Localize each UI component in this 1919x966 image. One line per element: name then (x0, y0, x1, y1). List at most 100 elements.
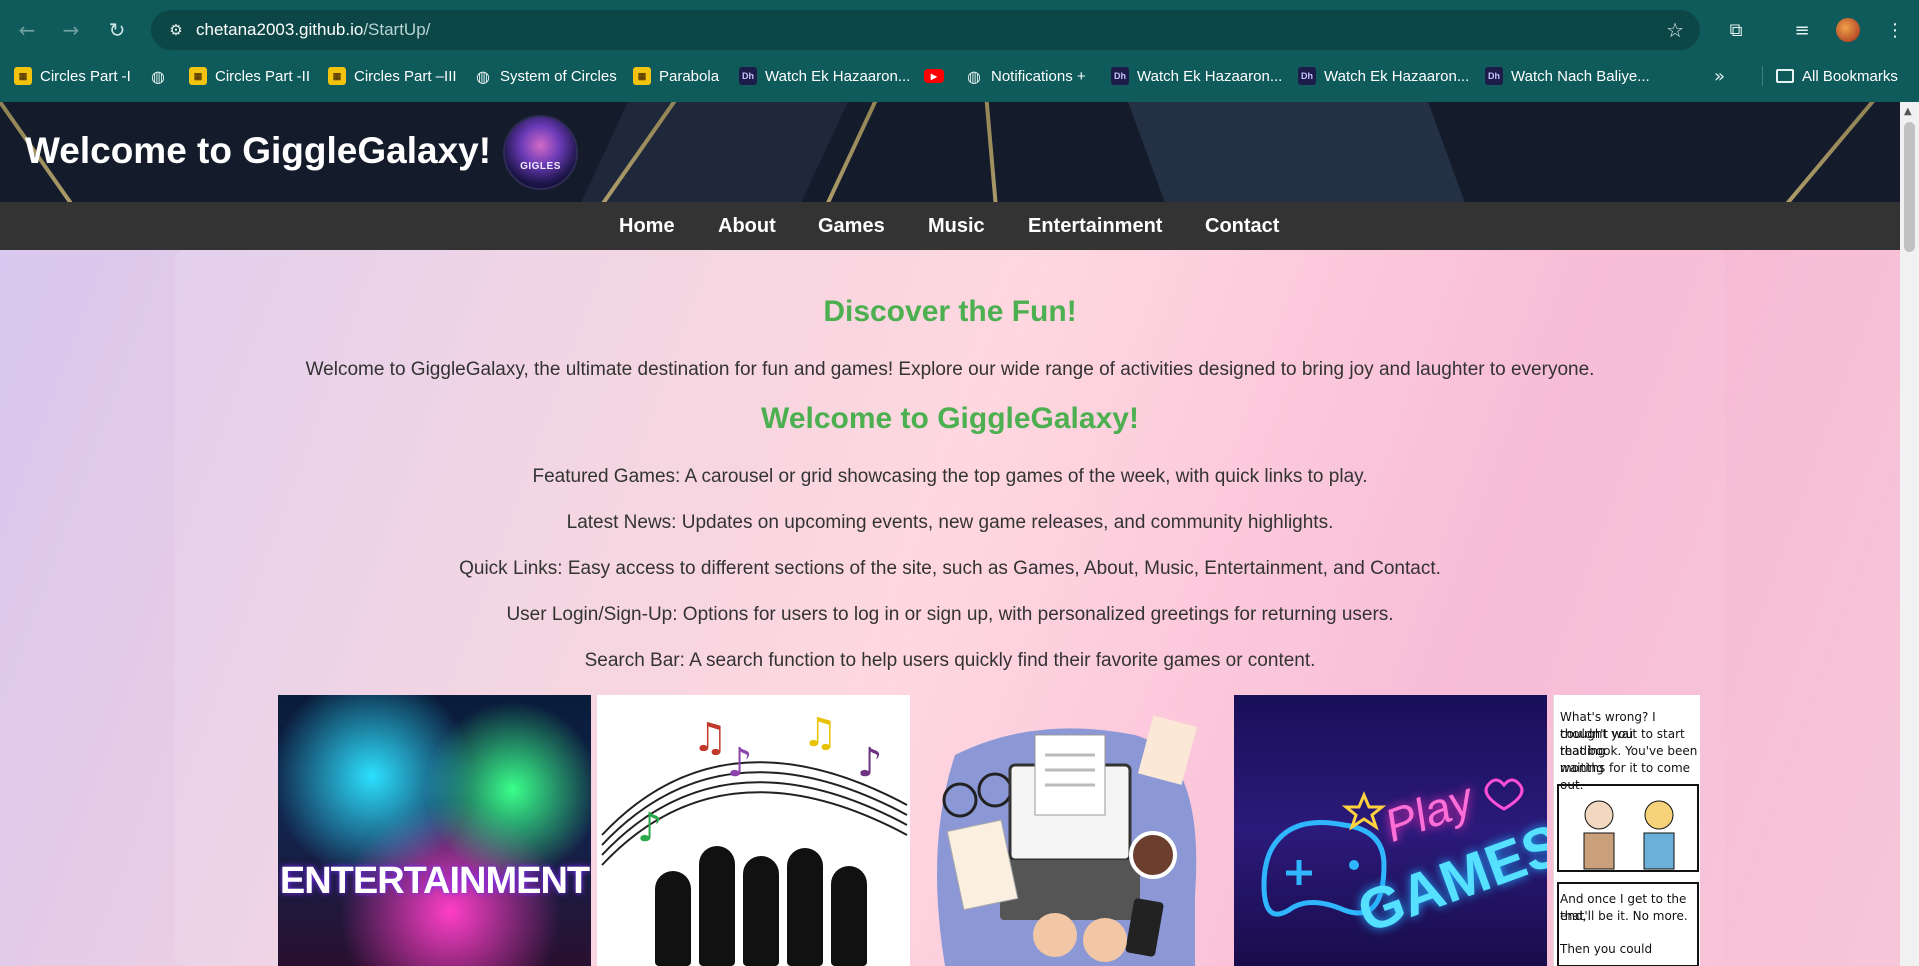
hotstar-icon: Dh (739, 67, 757, 85)
feature-latest-news: Latest News: Updates on upcoming events,… (566, 512, 1334, 533)
site-logo[interactable]: GIGLES (503, 115, 578, 190)
bookmark-item[interactable]: Dh Watch Ek Hazaaron... (739, 62, 910, 90)
nav-home[interactable]: Home (619, 215, 675, 238)
bookmark-item[interactable]: ◍ Notifications + (965, 62, 1086, 90)
bookmark-item[interactable]: ▶ (924, 62, 944, 90)
bookmark-label: Circles Part -II (215, 67, 311, 85)
entertainment-image[interactable]: ENTERTAINMENT (278, 695, 591, 966)
bookmark-item[interactable]: Dh Watch Ek Hazaaron... (1111, 62, 1282, 90)
header-decor-panel (553, 102, 867, 202)
yellow-book-icon: ▦ (14, 67, 32, 85)
folder-icon (1776, 69, 1794, 83)
all-bookmarks-button[interactable]: All Bookmarks (1776, 62, 1898, 90)
bookmark-label: Notifications + (991, 67, 1086, 85)
menu-kebab-icon[interactable]: ⋮ (1880, 15, 1910, 45)
child-silhouette (743, 856, 779, 966)
profile-avatar[interactable] (1836, 18, 1860, 42)
globe-icon: ◍ (151, 66, 165, 86)
comic-line: that'll be it. No more. (1560, 909, 1688, 923)
bookmarks-divider (1762, 66, 1763, 86)
work-laptop-image[interactable] (915, 695, 1228, 966)
comic-panel-drawing (1557, 784, 1699, 966)
bookmark-label: Watch Ek Hazaaron... (1324, 67, 1470, 85)
discover-heading: Discover the Fun! (823, 295, 1077, 328)
bookmarks-bar: ▦ Circles Part -I ◍ ▦ Circles Part -II ▦… (0, 62, 1919, 90)
url-path: /StartUp/ (363, 20, 431, 39)
feature-featured-games: Featured Games: A carousel or grid showc… (532, 466, 1368, 487)
bookmark-label: Parabola (659, 67, 720, 85)
site-header: Welcome to GiggleGalaxy! GIGLES (0, 102, 1900, 202)
bookmark-item[interactable]: ▦ Circles Part –III (328, 62, 457, 90)
bookmark-star-icon[interactable]: ☆ (1666, 18, 1684, 42)
child-silhouette (655, 871, 691, 966)
yellow-book-icon: ▦ (633, 67, 651, 85)
more-bookmarks-chevron-icon[interactable]: » (1714, 62, 1725, 90)
bookmark-item[interactable]: ▦ Circles Part -I (14, 62, 131, 90)
nav-about[interactable]: About (718, 215, 776, 238)
header-decor-panel (1113, 102, 1487, 202)
logo-text: GIGLES (520, 161, 561, 172)
page-scrollbar[interactable]: ▲ (1900, 102, 1919, 966)
feature-quick-links: Quick Links: Easy access to different se… (459, 558, 1441, 579)
feature-user-login: User Login/Sign-Up: Options for users to… (506, 604, 1394, 625)
scroll-up-arrow-icon[interactable]: ▲ (1904, 106, 1912, 117)
bookmark-label: Watch Ek Hazaaron... (1137, 67, 1283, 85)
nav-entertainment[interactable]: Entertainment (1028, 215, 1162, 238)
welcome-heading: Welcome to GiggleGalaxy! (761, 402, 1139, 435)
bookmark-label: System of Circles (500, 67, 617, 85)
music-note-icon: ♪ (637, 805, 663, 851)
nav-music[interactable]: Music (928, 215, 985, 238)
comic-strip-image[interactable]: What's wrong? I thought you couldn't wai… (1553, 695, 1700, 966)
media-queue-icon[interactable]: ≡ (1787, 15, 1817, 45)
bookmark-item[interactable]: ◍ (149, 62, 167, 90)
bookmark-label: Watch Ek Hazaaron... (765, 67, 911, 85)
back-arrow-icon[interactable]: ← (12, 15, 42, 45)
header-decor-stripe (1762, 102, 1882, 202)
yellow-book-icon: ▦ (189, 67, 207, 85)
browser-toolbar: ← → ↻ ⚙ chetana2003.github.io/StartUp/ ☆… (0, 0, 1919, 60)
feature-search-bar: Search Bar: A search function to help us… (584, 650, 1316, 671)
intro-text: Welcome to GiggleGalaxy, the ultimate de… (305, 359, 1595, 380)
all-bookmarks-label: All Bookmarks (1802, 67, 1898, 85)
forward-arrow-icon[interactable]: → (56, 15, 86, 45)
nav-contact[interactable]: Contact (1205, 215, 1279, 238)
site-nav: Home About Games Music Entertainment Con… (0, 202, 1900, 250)
browser-chrome: ← → ↻ ⚙ chetana2003.github.io/StartUp/ ☆… (0, 0, 1919, 102)
bookmark-item[interactable]: ▦ Parabola (633, 62, 719, 90)
child-silhouette (787, 848, 823, 966)
hotstar-icon: Dh (1485, 67, 1503, 85)
header-decor-stripe (982, 102, 1002, 202)
bookmark-item[interactable]: Dh Watch Nach Baliye... (1485, 62, 1650, 90)
music-note-icon: ♫ (802, 710, 838, 756)
scrollbar-thumb[interactable] (1904, 122, 1915, 252)
site-title: Welcome to GiggleGalaxy! (25, 130, 492, 171)
hotstar-icon: Dh (1298, 67, 1316, 85)
url-host: chetana2003.github.io (196, 20, 364, 39)
reload-icon[interactable]: ↻ (102, 15, 132, 45)
url-text[interactable]: chetana2003.github.io/StartUp/ (196, 20, 430, 40)
web-page: Welcome to GiggleGalaxy! GIGLES Home Abo… (0, 102, 1900, 966)
globe-icon: ◍ (967, 66, 981, 86)
bookmark-item[interactable]: ▦ Circles Part -II (189, 62, 310, 90)
youtube-icon: ▶ (924, 69, 944, 83)
yellow-book-icon: ▦ (328, 67, 346, 85)
music-image[interactable]: ♪ ♫ ♪ ♫ ♪ (597, 695, 910, 966)
extensions-icon[interactable]: ⧉ (1721, 15, 1751, 45)
music-note-icon: ♪ (727, 740, 753, 786)
nav-games[interactable]: Games (818, 215, 885, 238)
site-info-icon[interactable]: ⚙ (165, 19, 187, 41)
bookmark-item[interactable]: Dh Watch Ek Hazaaron... (1298, 62, 1469, 90)
games-neon-image[interactable]: Play GAMES (1234, 695, 1547, 966)
child-silhouette (831, 866, 867, 966)
bookmark-label: Circles Part –III (354, 67, 457, 85)
laptop-illustration (937, 715, 1197, 966)
hotstar-icon: Dh (1111, 67, 1129, 85)
bookmark-label: Watch Nach Baliye... (1511, 67, 1650, 85)
comic-line: Then you could (1560, 942, 1653, 956)
entertainment-image-label: ENTERTAINMENT (279, 860, 590, 902)
music-note-icon: ♫ (692, 715, 728, 761)
address-bar[interactable]: ⚙ chetana2003.github.io/StartUp/ ☆ (151, 10, 1700, 50)
child-silhouette (699, 846, 735, 966)
globe-icon: ◍ (476, 66, 490, 86)
bookmark-item[interactable]: ◍ System of Circles (474, 62, 617, 90)
